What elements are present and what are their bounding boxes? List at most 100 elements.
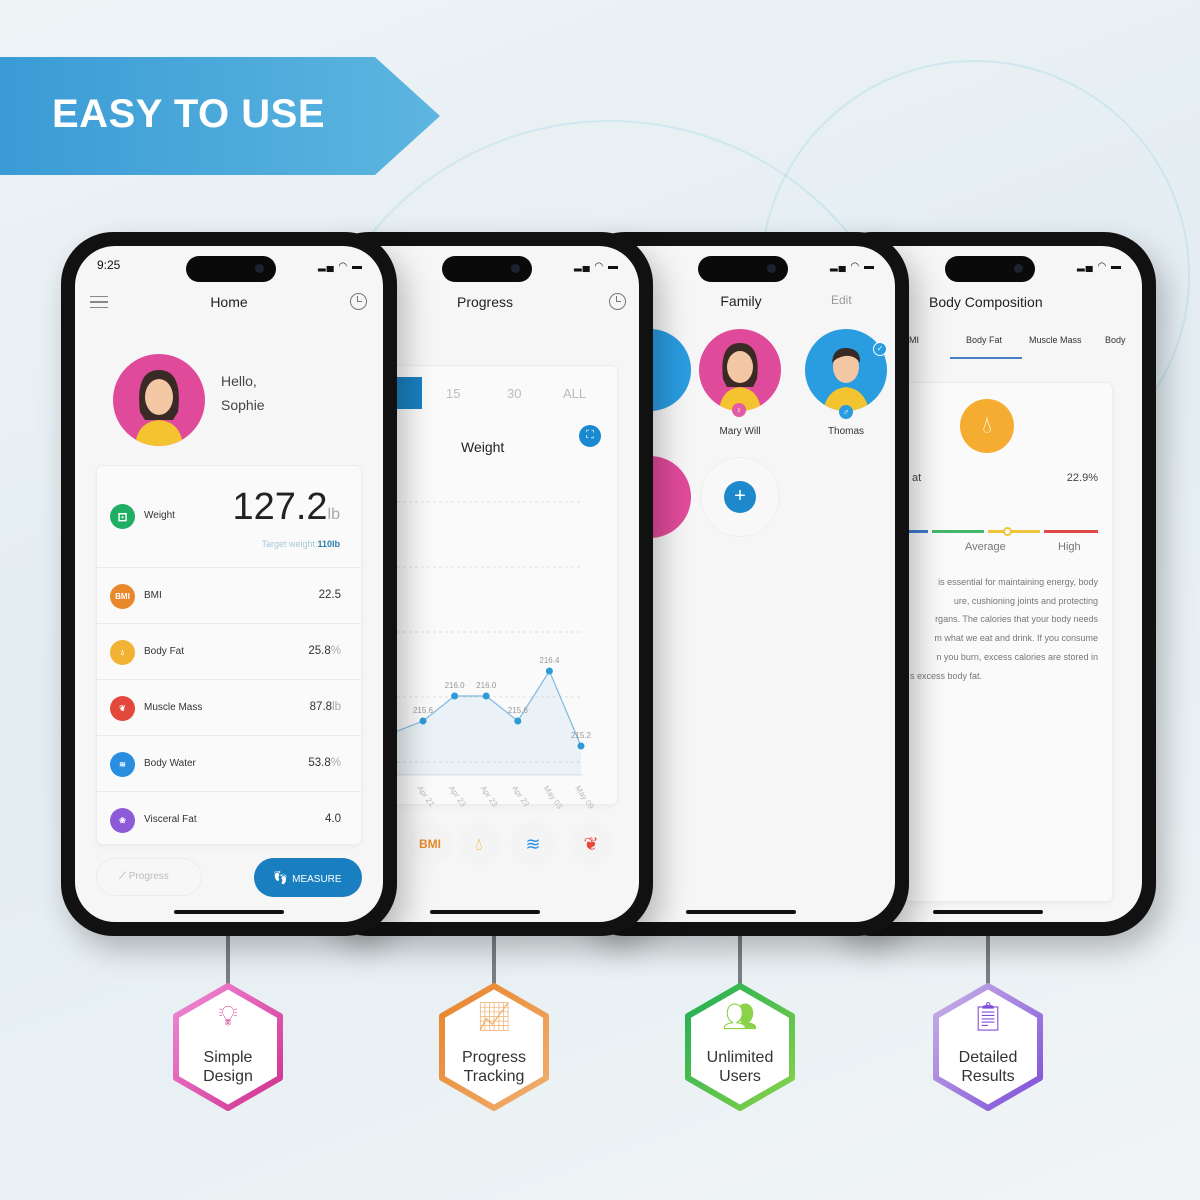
lightbulb-icon: 💡︎ [218, 1000, 238, 1031]
metric-row-body-water[interactable]: ≋ Body Water 53.8% [97, 735, 361, 791]
phone-home: 9:25 ▂▄ ◠ ▬ Home Hello, Sophie ⊡ Weight … [61, 232, 397, 936]
x-tick-label: Apr 21 [415, 784, 436, 809]
member-avatar-thomas[interactable] [805, 329, 887, 411]
tab-body[interactable]: Body [1105, 335, 1126, 345]
growth-chart-icon: 📈︎ [476, 1001, 512, 1032]
data-point [545, 667, 553, 675]
x-tick-label: Apr 23 [510, 784, 531, 809]
active-tab-indicator [950, 357, 1022, 359]
x-tick-label: Apr 23 [479, 784, 500, 809]
droplet-icon[interactable]: 💧︎ [457, 822, 501, 866]
connector-line [226, 936, 230, 986]
data-label: 215.6 [508, 706, 529, 715]
feature-unlimited-users: 👥︎ Unlimited Users [680, 980, 800, 1114]
status-time: 9:25 [97, 258, 121, 272]
scale-bar [906, 527, 1098, 536]
female-avatar-icon [135, 370, 183, 446]
metric-row-bmi[interactable]: BMI BMI 22.5 [97, 567, 361, 623]
muscle-icon[interactable]: ❦ [569, 822, 613, 866]
feature-label-line: Progress [461, 1049, 527, 1066]
metric-unit: % [330, 757, 341, 769]
weight-value: 127.2lb [232, 486, 340, 529]
metric-value: 4.0 [325, 813, 341, 825]
metric-label: BMI [144, 590, 162, 601]
metric-label: Visceral Fat [144, 814, 197, 825]
description-line: ure, cushioning joints and protecting [953, 595, 1098, 606]
tab-body-fat[interactable]: Body Fat [966, 335, 1002, 345]
scale-icon: ⊡ [110, 504, 135, 529]
dynamic-island [698, 256, 788, 282]
feature-simple-design: 💡︎ Simple Design [168, 980, 288, 1114]
metric-number: 87.8 [309, 701, 333, 713]
description-line: n you burn, excess calories are stored i… [936, 651, 1098, 662]
x-tick-label: May 03 [542, 784, 565, 811]
feature-progress-tracking: 📈︎ Progress Tracking [434, 980, 554, 1114]
connector-line [738, 936, 742, 986]
connector-line [492, 936, 496, 986]
user-name: Sophie [221, 397, 265, 413]
measure-button[interactable]: 👣︎ MEASURE [254, 858, 362, 897]
feature-label-line: Simple [203, 1049, 253, 1066]
clipboard-check-icon: 📋︎ [970, 1001, 1006, 1032]
dynamic-island [186, 256, 276, 282]
add-member-button[interactable]: + [700, 457, 780, 537]
feature-label-line: Users [719, 1068, 761, 1085]
metric-unit: lb [332, 701, 341, 713]
droplet-icon: 💧︎ [960, 399, 1014, 453]
water-icon[interactable]: ≋ [511, 822, 555, 866]
metric-row-visceral-fat[interactable]: ❀ Visceral Fat 4.0 [97, 791, 361, 844]
status-icons: ▂▄ ◠ ▬ [1076, 261, 1122, 272]
metric-number: 22.5 [318, 589, 341, 601]
progress-button-label: Progress [128, 871, 169, 882]
member-name: Mary Will [719, 426, 761, 437]
data-label: 216.0 [476, 681, 497, 690]
scale-label-high: High [1058, 541, 1081, 553]
data-point [577, 742, 585, 750]
male-avatar-icon [823, 347, 869, 411]
male-badge-icon: ♂ [839, 405, 853, 419]
weight-unit: lb [327, 506, 340, 523]
metric-value: 22.9% [1066, 472, 1098, 484]
greeting: Hello, [221, 373, 257, 389]
measure-button-label: MEASURE [292, 874, 342, 885]
data-point [451, 692, 459, 700]
banner-title: EASY TO USE [52, 92, 325, 136]
progress-button[interactable]: ⟋ Progress [96, 858, 202, 896]
female-badge-icon: ♀ [732, 403, 746, 417]
feature-detailed-results: 📋︎ Detailed Results [928, 980, 1048, 1114]
feature-label-line: Unlimited [706, 1049, 774, 1066]
member-avatar-mary-will[interactable] [699, 329, 781, 411]
data-point [482, 692, 490, 700]
connector-line [986, 936, 990, 986]
metric-number: 53.8 [308, 757, 331, 769]
body-fat-card: 💧︎ at 22.9% Average High is essential fo… [905, 382, 1113, 902]
user-avatar[interactable] [113, 354, 205, 446]
metric-value: 87.8lb [310, 701, 341, 713]
users-icon: 👥︎ [722, 1001, 758, 1032]
feature-label-line: Detailed [958, 1049, 1018, 1066]
weight-label: Weight [144, 510, 175, 521]
plus-icon: + [724, 481, 756, 513]
metric-unit: % [330, 645, 341, 657]
feature-label-line: Results [961, 1068, 1015, 1085]
target-label: Target weight: [261, 539, 318, 549]
metric-value: 53.8% [308, 757, 341, 769]
description-line: s excess body fat. [910, 670, 983, 681]
tab-bmi[interactable]: MI [909, 335, 919, 345]
home-indicator [686, 910, 796, 914]
metric-value: 22.5 [319, 589, 341, 601]
tab-muscle-mass[interactable]: Muscle Mass [1029, 335, 1082, 345]
description-line: rgans. The calories that your body needs [935, 614, 1098, 625]
metric-row-body-fat[interactable]: 💧︎ Body Fat 25.8% [97, 623, 361, 679]
home-indicator [430, 910, 540, 914]
target-value: 110lb [317, 539, 340, 549]
metrics-card: ⊡ Weight 127.2lb Target weight:110lb BMI… [96, 465, 362, 845]
edit-button[interactable]: Edit [831, 293, 852, 307]
metric-value: 25.8% [308, 645, 341, 657]
bmi-tab-icon[interactable]: BMI [408, 822, 452, 866]
selected-check-icon: ✓ [873, 342, 887, 356]
metric-row-muscle-mass[interactable]: ❦ Muscle Mass 87.8lb [97, 679, 361, 735]
history-icon[interactable] [350, 293, 367, 310]
metric-label: Body Fat [144, 646, 185, 657]
data-point [419, 717, 427, 725]
